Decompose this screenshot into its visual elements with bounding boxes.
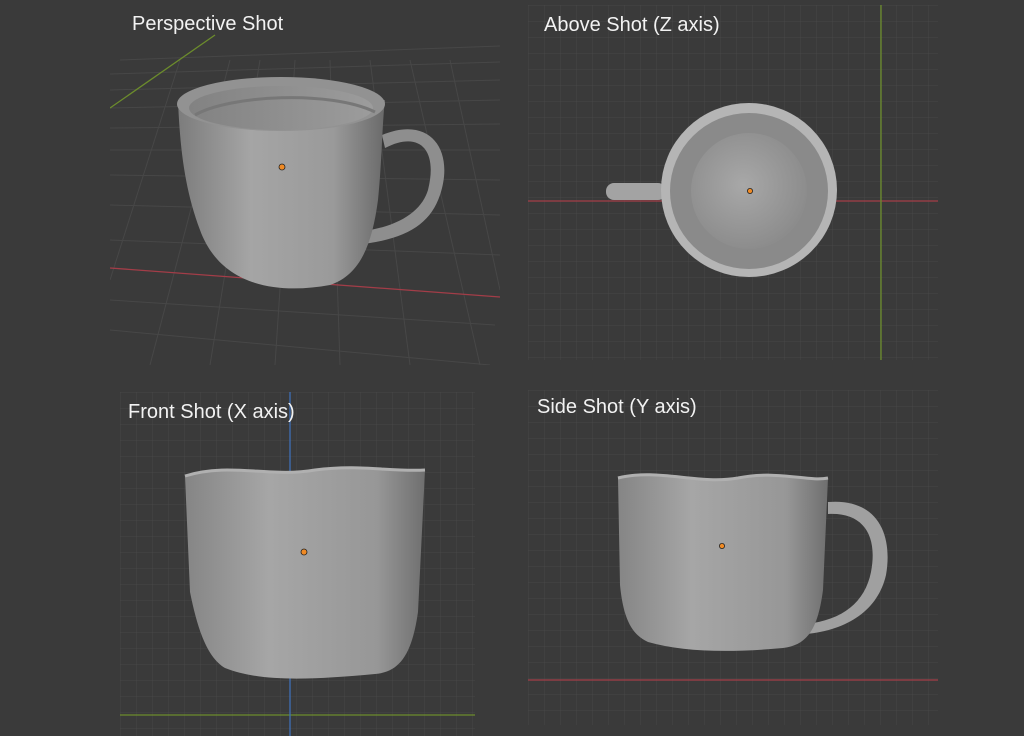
top-origin-icon xyxy=(746,187,753,194)
viewport-top-label: Above Shot (Z axis) xyxy=(544,14,720,36)
viewport-front-label: Front Shot (X axis) xyxy=(128,401,295,423)
viewport-perspective[interactable]: Perspective Shot xyxy=(110,0,500,365)
viewport-side[interactable]: Side Shot (Y axis) xyxy=(528,390,938,725)
viewport-side-label: Side Shot (Y axis) xyxy=(537,396,697,418)
front-cup xyxy=(184,466,426,679)
front-origin-icon xyxy=(300,548,308,556)
viewport-top-canvas xyxy=(528,5,938,360)
viewport-perspective-canvas xyxy=(110,34,500,365)
viewport-perspective-label: Perspective Shot xyxy=(132,13,284,35)
side-origin-icon xyxy=(718,542,725,549)
viewport-side-canvas xyxy=(528,390,938,725)
perspective-cup xyxy=(177,77,445,289)
viewport-top[interactable]: Above Shot (Z axis) xyxy=(528,5,938,360)
perspective-origin-icon xyxy=(278,163,286,171)
viewport-front-canvas xyxy=(120,392,475,736)
viewport-front[interactable]: Front Shot (X axis) xyxy=(120,392,475,736)
